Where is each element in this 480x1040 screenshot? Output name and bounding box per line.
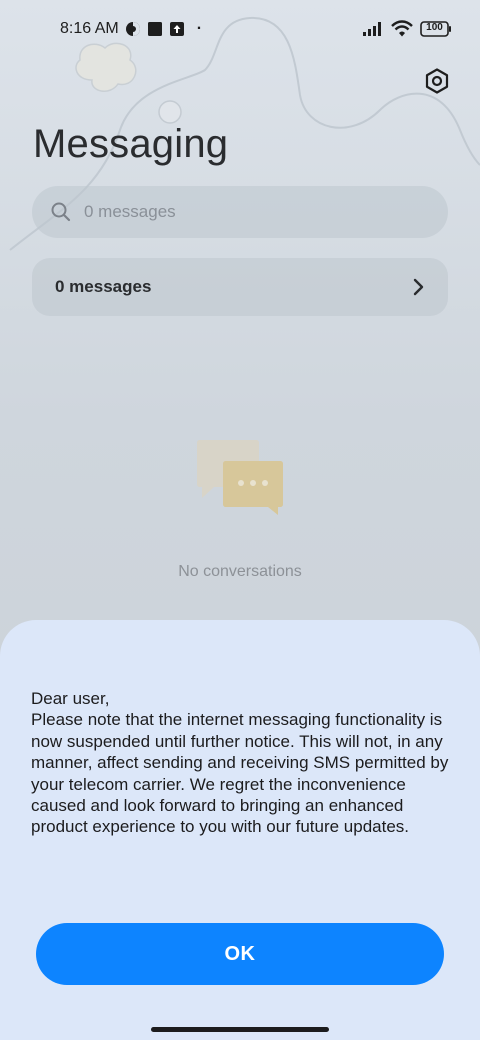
dialog-message: Dear user, Please note that the internet…: [31, 688, 461, 838]
page-title: Messaging: [33, 122, 229, 166]
settings-button[interactable]: [420, 64, 454, 98]
messages-row-label: 0 messages: [55, 277, 152, 296]
dialog-greeting: Dear user,: [31, 689, 110, 708]
upload-icon: [169, 21, 185, 37]
ok-button[interactable]: OK: [36, 923, 444, 985]
notice-dialog: Dear user, Please note that the internet…: [0, 620, 480, 1040]
search-icon: [51, 202, 71, 222]
search-placeholder: 0 messages: [84, 202, 176, 221]
search-input[interactable]: 0 messages: [32, 186, 448, 238]
messages-row[interactable]: 0 messages: [32, 258, 448, 316]
wifi-icon: [391, 20, 413, 38]
clock: 8:16 AM: [60, 20, 119, 37]
battery-level: 100: [426, 22, 443, 33]
settings-icon: [425, 68, 449, 94]
no-conversations-icon: [197, 440, 283, 515]
dialog-body-text: Please note that the internet messaging …: [31, 710, 449, 837]
status-bar-left: 8:16 AM ·: [60, 20, 202, 38]
signal-icon: [362, 21, 384, 37]
home-indicator[interactable]: [151, 1027, 329, 1032]
notification-dot: ·: [196, 20, 203, 37]
square-notification-icon: [147, 21, 163, 37]
battery-icon: 100: [420, 21, 452, 37]
empty-state-text: No conversations: [178, 563, 302, 580]
chevron-right-icon: [413, 278, 424, 296]
messaging-app: 8:16 AM · 100 Messaging 0 messages 0 mes…: [0, 0, 480, 1040]
vpn-icon: [125, 21, 141, 37]
status-bar-right: 100: [362, 20, 452, 38]
status-bar: 8:16 AM · 100: [60, 14, 452, 44]
